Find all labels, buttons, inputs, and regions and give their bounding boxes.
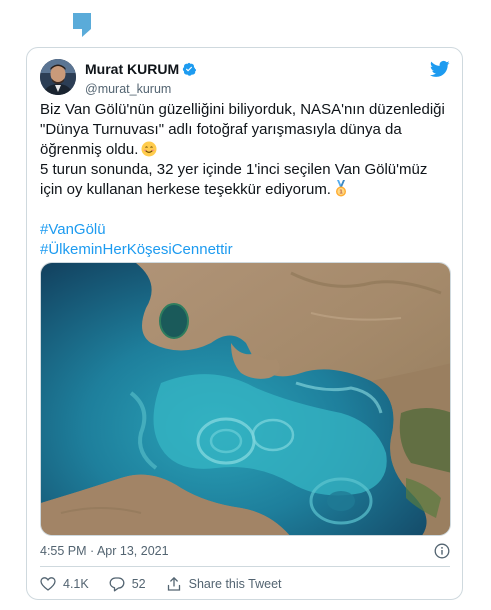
reply-bubble-icon — [109, 577, 125, 592]
tweet-header: Murat KURUM @murat_kurum — [40, 59, 452, 99]
reply-count: 52 — [131, 577, 146, 591]
heart-icon — [40, 577, 56, 591]
share-icon — [167, 577, 180, 591]
tweet-card[interactable]: Murat KURUM @murat_kurum Biz Van Gölü'nü… — [26, 47, 463, 600]
svg-text:1: 1 — [339, 190, 343, 196]
first-place-medal-emoji-icon: 1 — [335, 180, 346, 197]
divider — [40, 566, 450, 567]
reply-button[interactable]: 52 — [109, 576, 146, 592]
tweet-photo[interactable] — [40, 262, 451, 536]
embed-bookmark-icon — [73, 13, 91, 37]
tweet-text-line-2: 5 turun sonunda, 32 yer içinde 1'inci se… — [40, 161, 428, 198]
like-count: 4.1K — [63, 577, 89, 591]
tweet-text: Biz Van Gölü'nün güzelliğini biliyorduk,… — [40, 100, 452, 260]
avatar[interactable] — [40, 59, 76, 95]
twitter-bird-icon[interactable] — [430, 59, 450, 79]
tweet-text-line-1: Biz Van Gölü'nün güzelliğini biliyorduk,… — [40, 101, 445, 158]
tweet-paragraph-1: Biz Van Gölü'nün güzelliğini biliyorduk,… — [40, 100, 452, 160]
author-name[interactable]: Murat KURUM — [85, 61, 179, 77]
author-handle[interactable]: @murat_kurum — [85, 82, 196, 96]
share-label: Share this Tweet — [188, 577, 282, 591]
hashtag-link-1[interactable]: #VanGölü — [40, 220, 452, 240]
tweet-timestamp[interactable]: 4:55 PM · Apr 13, 2021 — [40, 544, 169, 558]
hashtag-link-2[interactable]: #ÜlkeminHerKöşesiCennettir — [40, 240, 452, 260]
smiling-face-emoji-icon — [141, 141, 157, 157]
tweet-meta: 4:55 PM · Apr 13, 2021 — [40, 543, 450, 564]
info-icon[interactable] — [434, 543, 450, 559]
share-button[interactable]: Share this Tweet — [166, 576, 282, 592]
verified-badge-icon — [182, 62, 197, 76]
tweet-paragraph-2: 5 turun sonunda, 32 yer içinde 1'inci se… — [40, 160, 452, 200]
tweet-actions: 4.1K 52 Share this Tweet — [40, 575, 302, 593]
like-button[interactable]: 4.1K — [40, 576, 89, 592]
satellite-lake-image[interactable] — [41, 263, 451, 536]
author-name-row[interactable]: Murat KURUM — [85, 61, 197, 77]
author-names: Murat KURUM @murat_kurum — [85, 61, 197, 96]
